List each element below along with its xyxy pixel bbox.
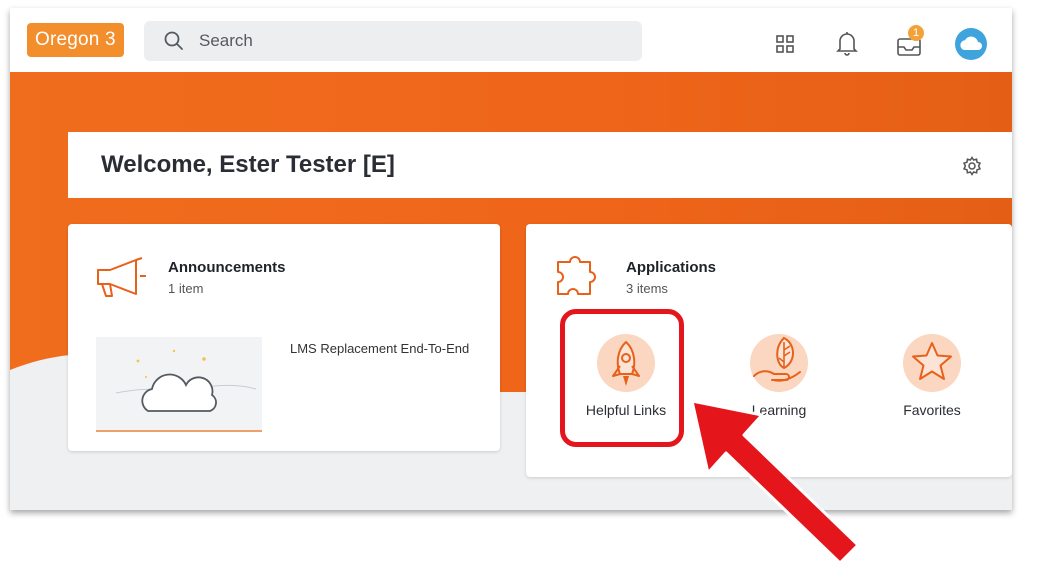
search-placeholder: Search — [199, 31, 253, 50]
cloud-avatar-icon[interactable] — [955, 28, 987, 60]
search-bar[interactable]: Search — [144, 21, 642, 61]
apps-grid-icon[interactable] — [776, 35, 794, 58]
applications-count: 3 items — [626, 281, 668, 296]
welcome-title: Welcome, Ester Tester [E] — [101, 151, 395, 178]
bell-icon[interactable] — [836, 30, 858, 61]
announcements-card[interactable]: Announcements 1 item LMS Replacement End… — [68, 224, 500, 451]
leaf-hand-icon — [753, 336, 801, 382]
welcome-card: Welcome, Ester Tester [E] — [68, 132, 1012, 198]
announcement-item-title[interactable]: LMS Replacement End-To-End — [290, 341, 469, 356]
search-icon — [164, 31, 184, 56]
highlight-box — [560, 309, 684, 447]
announcement-thumbnail[interactable] — [96, 337, 262, 432]
puzzle-icon — [554, 252, 604, 305]
cloud-icon — [115, 349, 257, 412]
red-arrow-annotation — [690, 399, 860, 565]
applications-title: Applications — [626, 259, 717, 276]
announcements-count: 1 item — [168, 281, 204, 296]
app-label-favorites: Favorites — [903, 402, 961, 418]
star-icon — [912, 342, 952, 380]
app-favorites[interactable]: Favorites — [867, 334, 997, 418]
tenant-badge[interactable]: Oregon 3 — [27, 23, 124, 57]
inbox-badge: 1 — [908, 25, 924, 41]
announcements-title: Announcements — [168, 259, 286, 276]
top-bar: Oregon 3 Search 1 — [10, 8, 1012, 72]
megaphone-icon — [94, 256, 148, 305]
gear-icon[interactable] — [962, 156, 982, 181]
